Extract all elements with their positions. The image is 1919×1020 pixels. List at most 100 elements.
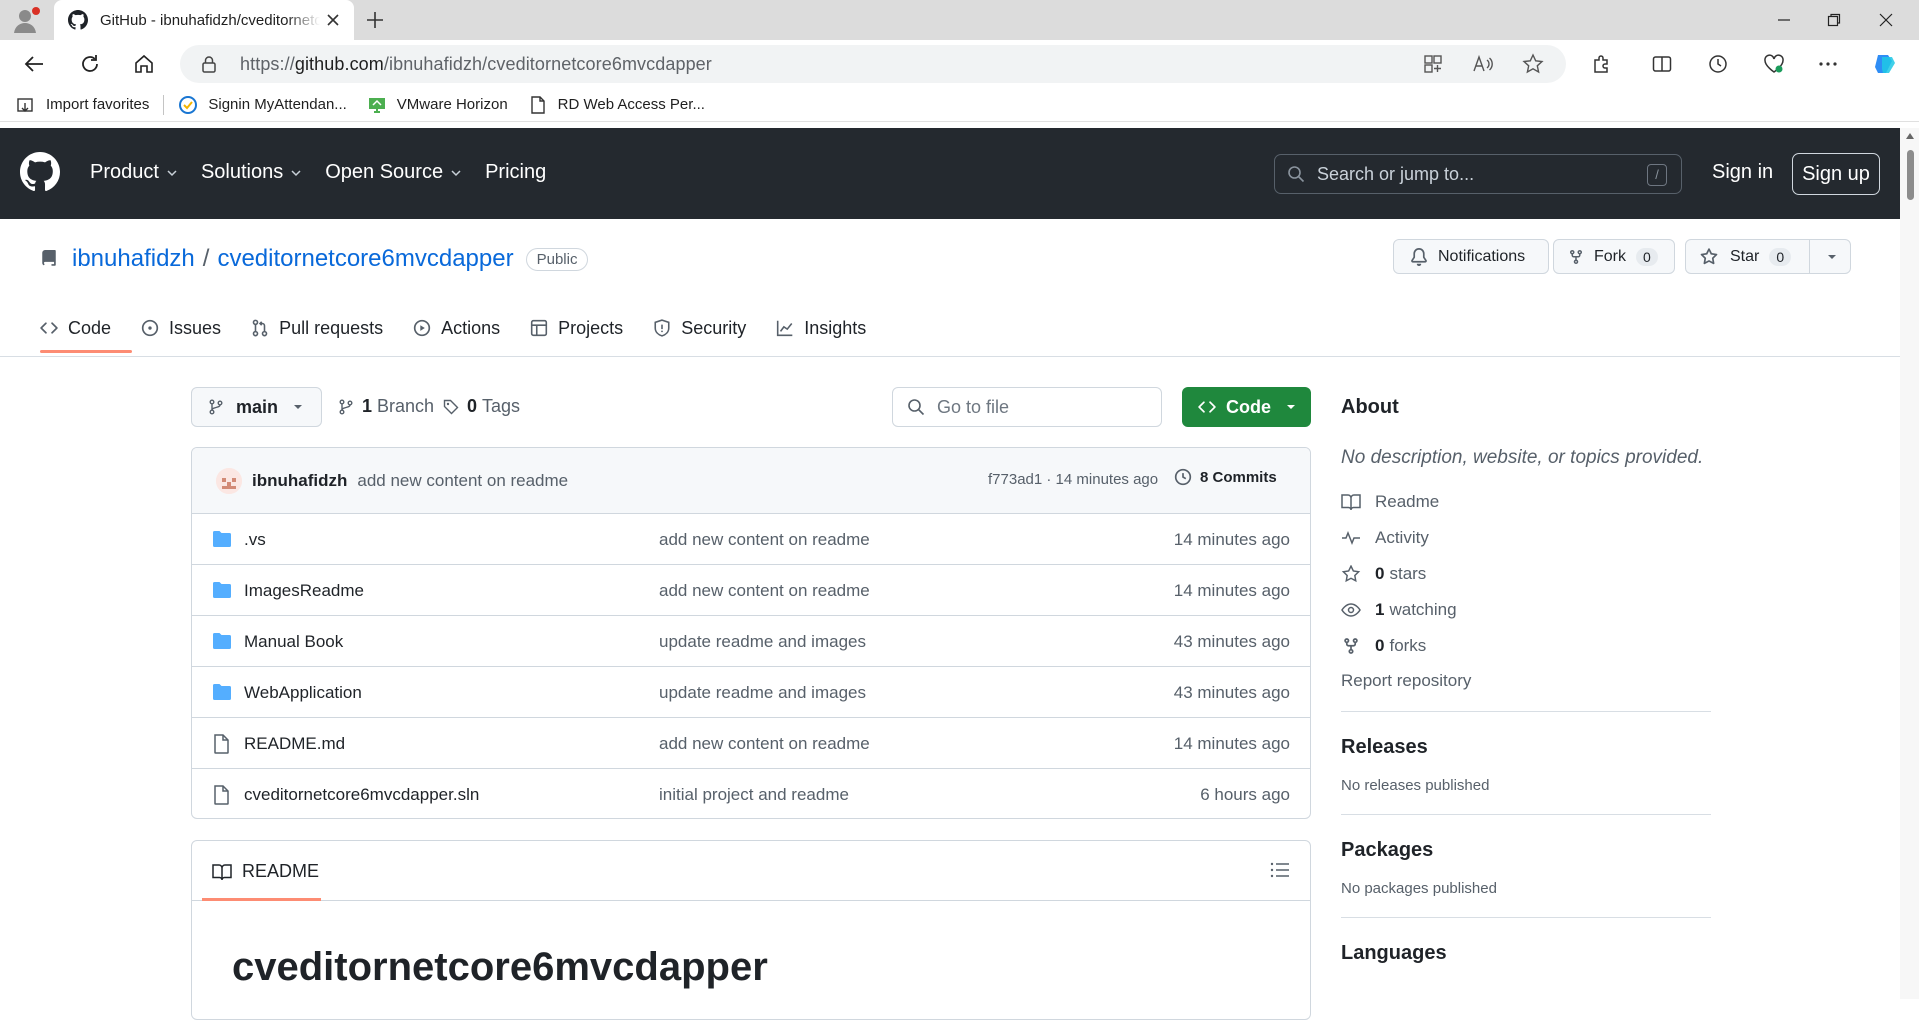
page-scrollbar[interactable] bbox=[1900, 128, 1919, 999]
favorite-star-icon[interactable] bbox=[1522, 53, 1544, 75]
caret-down-icon bbox=[1287, 405, 1295, 409]
bookmark-import-favorites[interactable]: Import favorites bbox=[16, 95, 149, 115]
sign-up-button[interactable]: Sign up bbox=[1792, 153, 1880, 195]
avatar[interactable] bbox=[216, 467, 242, 494]
commit-sha-time[interactable]: f773ad1 · 14 minutes ago bbox=[988, 471, 1158, 488]
code-dropdown-button[interactable]: Code bbox=[1182, 387, 1311, 427]
sign-in-link[interactable]: Sign in bbox=[1712, 161, 1773, 184]
tab-pull-requests[interactable]: Pull requests bbox=[251, 310, 383, 346]
file-commit-message[interactable]: add new content on readme bbox=[659, 734, 870, 754]
tab-issues[interactable]: Issues bbox=[141, 310, 221, 346]
tab-actions[interactable]: Actions bbox=[413, 310, 500, 346]
table-row[interactable]: Manual Book update readme and images 43 … bbox=[192, 616, 1310, 667]
history-button[interactable] bbox=[1704, 50, 1732, 78]
copilot-button[interactable] bbox=[1871, 50, 1899, 78]
file-name[interactable]: ImagesReadme bbox=[244, 581, 364, 601]
file-name[interactable]: cveditornetcore6mvcdapper.sln bbox=[244, 785, 479, 805]
releases-title[interactable]: Releases bbox=[1341, 736, 1711, 759]
readme-tab[interactable]: README bbox=[212, 861, 319, 882]
bookmark-vmware[interactable]: VMware Horizon bbox=[367, 95, 508, 115]
tab-code[interactable]: Code bbox=[40, 310, 111, 346]
close-tab-icon[interactable] bbox=[324, 11, 342, 29]
star-dropdown-caret-icon[interactable] bbox=[1826, 251, 1838, 263]
repo-name-link[interactable]: cveditornetcore6mvcdapper bbox=[217, 245, 513, 273]
languages-title: Languages bbox=[1341, 942, 1447, 964]
split-screen-button[interactable] bbox=[1648, 50, 1676, 78]
commit-message[interactable]: add new content on readme bbox=[357, 471, 568, 491]
lock-icon[interactable] bbox=[200, 55, 218, 73]
file-commit-message[interactable]: update readme and images bbox=[659, 632, 866, 652]
profile-avatar[interactable] bbox=[12, 6, 42, 34]
refresh-icon bbox=[82, 55, 98, 72]
file-name[interactable]: .vs bbox=[244, 530, 266, 550]
table-row[interactable]: ImagesReadme add new content on readme 1… bbox=[192, 565, 1310, 616]
file-name[interactable]: Manual Book bbox=[244, 632, 343, 652]
commits-link[interactable]: 8 Commits bbox=[1174, 468, 1277, 486]
packages-title[interactable]: Packages bbox=[1341, 839, 1711, 862]
fork-button[interactable]: Fork 0 bbox=[1553, 239, 1675, 274]
github-search-input[interactable]: Search or jump to... / bbox=[1274, 154, 1682, 194]
watchers-link[interactable]: 1 watching bbox=[1341, 599, 1711, 621]
file-commit-message[interactable]: initial project and readme bbox=[659, 785, 849, 805]
close-icon bbox=[1879, 13, 1893, 27]
go-to-file-input[interactable]: Go to file bbox=[892, 387, 1162, 427]
address-bar[interactable]: https://github.com/ibnuhafidzh/cveditorn… bbox=[180, 45, 1566, 83]
activity-link[interactable]: Activity bbox=[1341, 527, 1711, 549]
restore-button[interactable] bbox=[1810, 0, 1858, 40]
forks-link[interactable]: 0 forks bbox=[1341, 635, 1711, 657]
bookmark-signin[interactable]: Signin MyAttendan... bbox=[178, 95, 347, 115]
tags-link[interactable]: 0 Tags bbox=[443, 396, 520, 417]
report-repository-link[interactable]: Report repository bbox=[1341, 671, 1711, 691]
table-row[interactable]: .vs add new content on readme 14 minutes… bbox=[192, 514, 1310, 565]
scroll-up-arrow-icon[interactable] bbox=[1905, 132, 1915, 140]
list-outline-icon[interactable] bbox=[1270, 861, 1290, 879]
file-name[interactable]: WebApplication bbox=[244, 683, 362, 703]
table-row[interactable]: README.md add new content on readme 14 m… bbox=[192, 718, 1310, 769]
readme-link[interactable]: Readme bbox=[1341, 491, 1711, 513]
branch-icon bbox=[339, 399, 353, 414]
repo-owner-link[interactable]: ibnuhafidzh bbox=[72, 245, 195, 273]
scrollbar-thumb[interactable] bbox=[1907, 150, 1914, 200]
nav-solutions[interactable]: Solutions bbox=[201, 161, 303, 184]
read-aloud-icon[interactable] bbox=[1472, 53, 1494, 75]
tag-icon bbox=[443, 399, 459, 414]
table-row[interactable]: cveditornetcore6mvcdapper.sln initial pr… bbox=[192, 769, 1310, 818]
file-name[interactable]: README.md bbox=[244, 734, 345, 754]
tab-projects[interactable]: Projects bbox=[530, 310, 623, 346]
nav-open-source[interactable]: Open Source bbox=[325, 161, 463, 184]
refresh-button[interactable] bbox=[76, 50, 104, 78]
apps-icon[interactable] bbox=[1422, 53, 1444, 75]
more-menu-button[interactable] bbox=[1814, 50, 1842, 78]
stars-link[interactable]: 0 stars bbox=[1341, 563, 1711, 585]
tab-security[interactable]: Security bbox=[653, 310, 746, 346]
branches-link[interactable]: 1 Branch bbox=[338, 396, 434, 417]
browser-tab-active[interactable]: GitHub - ibnuhafidzh/cveditornetcore6mvc… bbox=[54, 0, 354, 40]
branch-selector[interactable]: main bbox=[191, 387, 322, 427]
bookmark-rdweb[interactable]: RD Web Access Per... bbox=[528, 95, 705, 115]
commit-author[interactable]: ibnuhafidzh bbox=[252, 471, 347, 491]
file-time: 14 minutes ago bbox=[1173, 734, 1290, 753]
packages-empty-text: No packages published bbox=[1341, 880, 1497, 897]
notifications-button[interactable]: Notifications bbox=[1393, 239, 1549, 274]
tab-insights[interactable]: Insights bbox=[776, 310, 866, 346]
file-commit-message[interactable]: add new content on readme bbox=[659, 530, 870, 550]
minimize-button[interactable] bbox=[1760, 0, 1808, 40]
table-row[interactable]: WebApplication update readme and images … bbox=[192, 667, 1310, 718]
nav-product[interactable]: Product bbox=[90, 161, 179, 184]
home-button[interactable] bbox=[130, 50, 158, 78]
browser-essentials-button[interactable] bbox=[1760, 50, 1788, 78]
identicon-icon bbox=[216, 467, 242, 494]
restore-icon bbox=[1827, 13, 1841, 27]
nav-pricing[interactable]: Pricing bbox=[485, 161, 546, 184]
new-tab-icon[interactable] bbox=[364, 9, 386, 31]
github-logo-icon[interactable] bbox=[20, 152, 60, 192]
extensions-button[interactable] bbox=[1588, 50, 1616, 78]
close-window-button[interactable] bbox=[1862, 0, 1910, 40]
back-button[interactable] bbox=[20, 50, 48, 78]
file-time: 14 minutes ago bbox=[1173, 530, 1290, 549]
favorites-bar: Import favorites Signin MyAttendan... VM… bbox=[0, 88, 1919, 122]
star-button[interactable]: Star 0 bbox=[1685, 239, 1851, 274]
history-icon bbox=[1709, 55, 1727, 73]
file-commit-message[interactable]: update readme and images bbox=[659, 683, 866, 703]
file-commit-message[interactable]: add new content on readme bbox=[659, 581, 870, 601]
